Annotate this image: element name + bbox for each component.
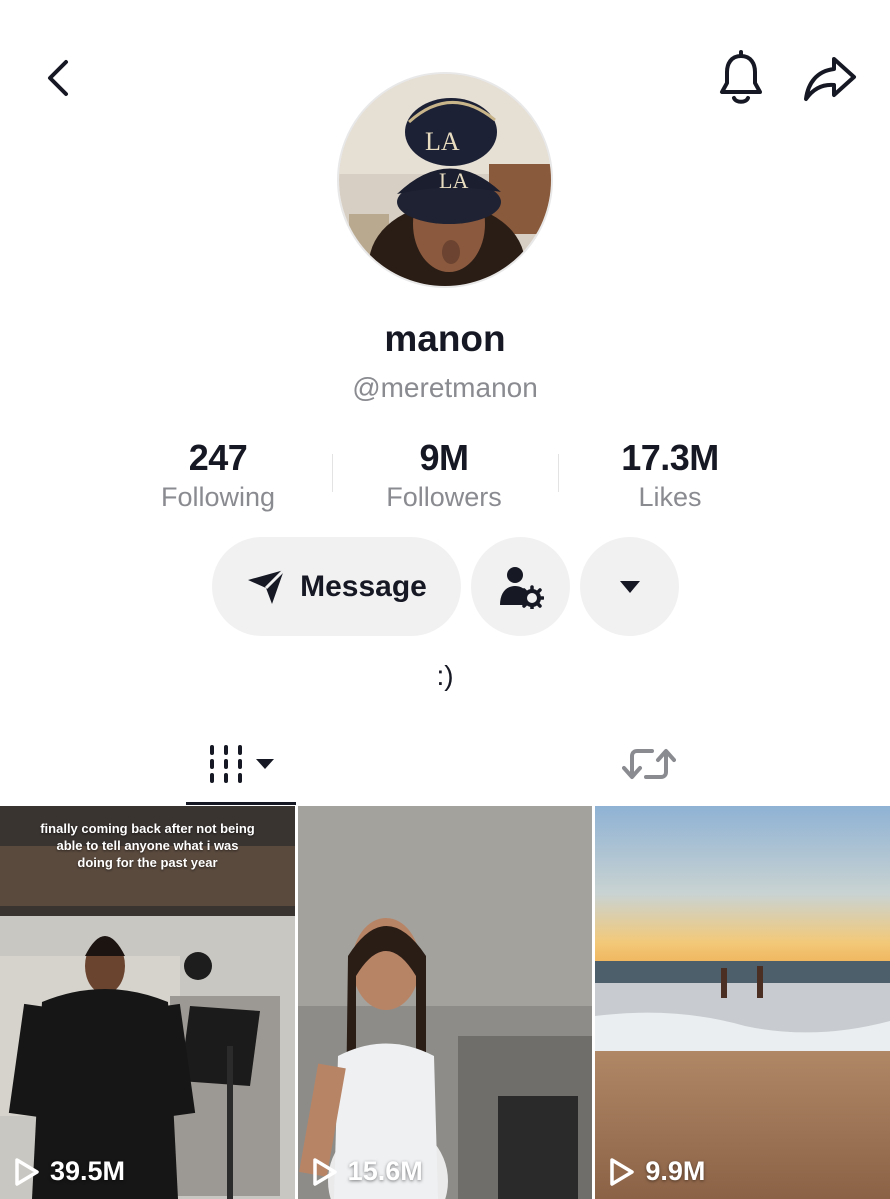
avatar[interactable]: LA LA [337,72,553,288]
send-icon [248,568,286,604]
notification-button[interactable] [712,48,770,108]
stat-label: Likes [638,482,702,512]
video-grid: finally coming back after not being able… [0,806,890,1199]
view-count-text: 15.6M [347,1156,423,1186]
person-settings-icon [499,566,544,609]
video-view-count: 15.6M [312,1156,423,1187]
share-icon [804,57,856,101]
svg-text:LA: LA [425,127,460,156]
friend-settings-button[interactable] [471,537,570,636]
stat-likes[interactable]: 17.3M Likes [557,436,783,516]
video-thumbnail[interactable]: 15.6M [297,806,593,1199]
svg-text:LA: LA [439,168,468,193]
view-count-text: 39.5M [50,1156,126,1186]
video-view-count: 9.9M [609,1156,705,1187]
more-dropdown-button[interactable] [580,537,679,636]
back-button[interactable] [30,50,86,106]
stat-value: 17.3M [621,437,719,478]
bell-icon [720,50,762,104]
stat-label: Following [160,482,276,512]
stat-value: 9M [419,437,469,478]
video-thumbnail[interactable]: 9.9M [595,806,890,1199]
stat-followers[interactable]: 9M Followers [331,436,557,516]
active-tab-indicator [186,802,296,805]
caret-down-icon [619,580,640,593]
back-icon [48,60,68,96]
video-thumbnail-image [595,806,890,1199]
video-thumbnail-image [297,806,593,1199]
stat-divider [558,454,559,492]
message-button[interactable]: Message [212,537,461,636]
view-count-text: 9.9M [645,1156,706,1186]
video-view-count: 39.5M [14,1156,125,1187]
message-button-label: Message [300,569,427,603]
profile-name: manon [384,318,506,359]
grid-icon [210,745,274,783]
tab-videos[interactable] [186,722,296,806]
play-icon [15,1157,39,1186]
content-tabs [0,722,890,806]
stat-divider [332,454,333,492]
share-button[interactable] [798,48,862,108]
profile-handle: @meretmanon [352,372,538,403]
stat-following[interactable]: 247 Following [105,436,331,516]
avatar-photo: LA LA [339,74,551,286]
stat-value: 247 [188,437,248,478]
play-icon [312,1157,337,1186]
repost-icon [622,749,676,779]
video-thumbnail[interactable]: finally coming back after not being able… [0,806,295,1199]
video-caption: finally coming back after not being able… [40,821,255,870]
profile-actions: Message [0,537,890,637]
profile-stats: 247 Following 9M Followers 17.3M Likes [105,436,785,516]
stat-label: Followers [386,482,502,512]
profile-bio: :) [436,660,454,691]
play-icon [610,1157,635,1186]
tab-reposts[interactable] [593,722,705,806]
